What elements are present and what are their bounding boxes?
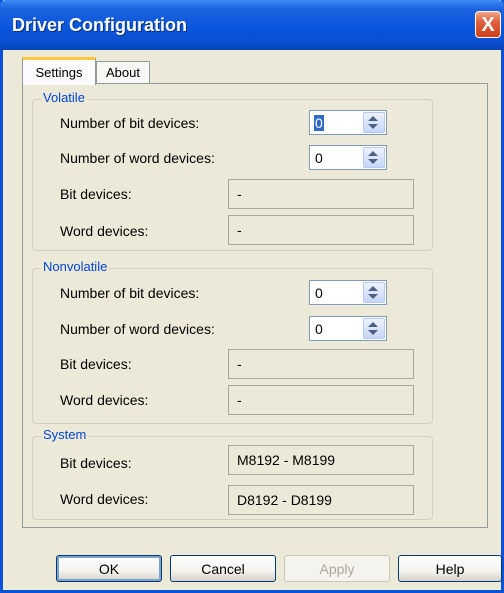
title-bar[interactable]: Driver Configuration X — [0, 0, 504, 50]
tab-about[interactable]: About — [96, 61, 150, 83]
spin-up-icon[interactable] — [368, 286, 378, 291]
cancel-button-label: Cancel — [201, 560, 245, 577]
spin-up-icon[interactable] — [368, 322, 378, 327]
volatile-num-word-spin-buttons[interactable] — [363, 147, 385, 168]
ok-button[interactable]: OK — [56, 555, 162, 582]
nonvolatile-num-word-value[interactable]: 0 — [315, 321, 323, 337]
system-word-devices-value: D8192 - D8199 — [237, 492, 332, 508]
nonvolatile-num-bit-value[interactable]: 0 — [315, 285, 323, 301]
nonvolatile-num-bit-spin-buttons[interactable] — [363, 282, 385, 303]
spin-down-icon[interactable] — [368, 124, 378, 129]
volatile-num-word-label: Number of word devices: — [60, 150, 215, 166]
nonvolatile-word-devices-label: Word devices: — [60, 392, 149, 408]
volatile-num-bit-value[interactable]: 0 — [314, 115, 324, 131]
system-legend: System — [41, 427, 89, 442]
volatile-word-devices-value: - — [237, 222, 242, 238]
system-bit-devices-label: Bit devices: — [60, 455, 132, 471]
nonvolatile-num-word-stepper[interactable]: 0 — [309, 316, 387, 341]
system-word-devices-label: Word devices: — [60, 491, 149, 507]
cancel-button[interactable]: Cancel — [170, 555, 276, 582]
nonvolatile-num-bit-label: Number of bit devices: — [60, 285, 200, 301]
volatile-num-bit-stepper[interactable]: 0 — [309, 110, 387, 135]
tab-about-label: About — [106, 65, 140, 80]
nonvolatile-bit-devices-value: - — [237, 356, 242, 372]
nonvolatile-bit-devices-label: Bit devices: — [60, 356, 132, 372]
nonvolatile-num-word-spin-buttons[interactable] — [363, 318, 385, 339]
system-bit-devices-value: M8192 - M8199 — [237, 452, 336, 468]
close-icon: X — [481, 13, 495, 36]
nonvolatile-num-word-label: Number of word devices: — [60, 321, 215, 337]
nonvolatile-bit-devices-field: - — [228, 349, 414, 379]
tab-settings-label: Settings — [35, 65, 83, 80]
volatile-num-word-value[interactable]: 0 — [315, 150, 323, 166]
window-title: Driver Configuration — [12, 15, 188, 35]
spin-down-icon[interactable] — [368, 159, 378, 164]
volatile-bit-devices-field: - — [228, 179, 414, 209]
spin-down-icon[interactable] — [368, 330, 378, 335]
help-button[interactable]: Help — [398, 555, 502, 582]
volatile-num-bit-spin-buttons[interactable] — [363, 112, 385, 133]
volatile-bit-devices-value: - — [237, 186, 242, 202]
volatile-word-devices-field: - — [228, 215, 414, 245]
system-bit-devices-field: M8192 - M8199 — [228, 445, 414, 475]
volatile-num-bit-label: Number of bit devices: — [60, 115, 200, 131]
apply-button[interactable]: Apply — [284, 555, 390, 582]
close-button[interactable]: X — [475, 11, 501, 38]
help-button-label: Help — [435, 560, 465, 577]
dialog-window: Driver Configuration X Settings About Vo… — [0, 0, 504, 593]
nonvolatile-word-devices-field: - — [228, 385, 414, 415]
system-word-devices-field: D8192 - D8199 — [228, 485, 414, 515]
volatile-bit-devices-label: Bit devices: — [60, 186, 132, 202]
spin-up-icon[interactable] — [368, 151, 378, 156]
volatile-word-devices-label: Word devices: — [60, 223, 149, 239]
spin-down-icon[interactable] — [368, 294, 378, 299]
spin-up-icon[interactable] — [368, 116, 378, 121]
apply-button-label: Apply — [319, 560, 355, 577]
ok-button-label: OK — [98, 560, 120, 577]
tab-settings[interactable]: Settings — [22, 57, 96, 85]
volatile-num-word-stepper[interactable]: 0 — [309, 145, 387, 170]
nonvolatile-num-bit-stepper[interactable]: 0 — [309, 280, 387, 305]
nonvolatile-word-devices-value: - — [237, 392, 242, 408]
volatile-legend: Volatile — [41, 90, 87, 105]
nonvolatile-legend: Nonvolatile — [41, 259, 110, 274]
